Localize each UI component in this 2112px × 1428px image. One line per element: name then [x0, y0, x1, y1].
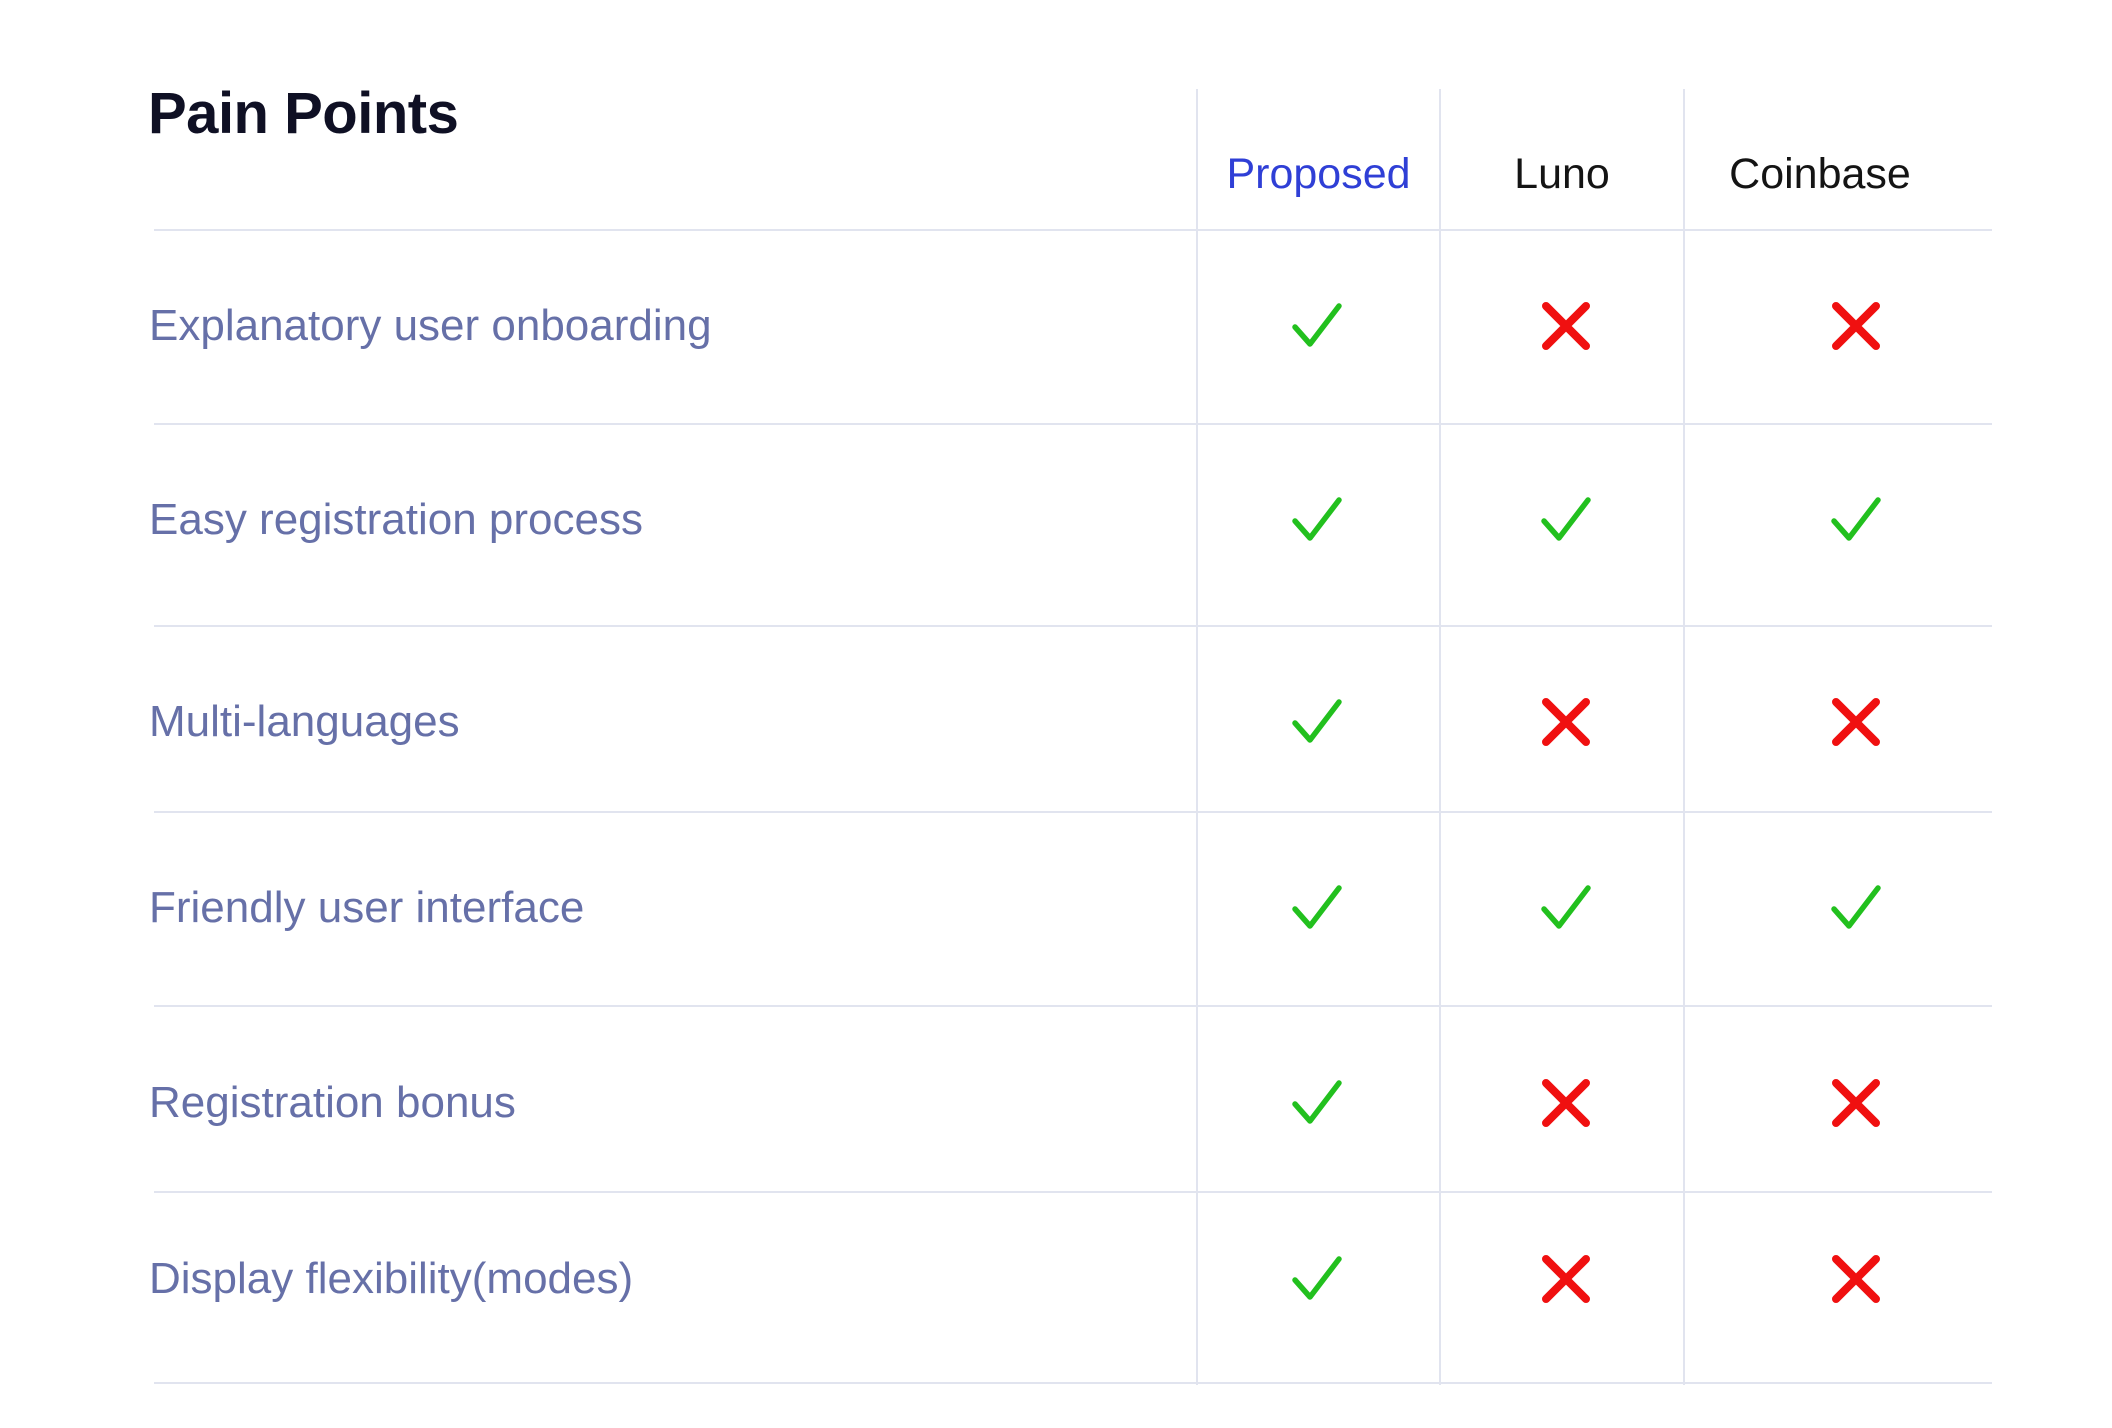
row-divider: [154, 1191, 1992, 1193]
cross-icon: [1536, 1073, 1596, 1133]
cross-icon: [1826, 692, 1886, 752]
row-label-multi-languages: Multi-languages: [149, 697, 460, 746]
check-icon: [1287, 296, 1347, 356]
column-header-luno: Luno: [1514, 150, 1610, 198]
column-divider: [1196, 89, 1198, 1385]
check-icon: [1536, 878, 1596, 938]
row-label-display-flexibility: Display flexibility(modes): [149, 1254, 634, 1303]
row-label-friendly-interface: Friendly user interface: [149, 883, 585, 932]
row-divider: [154, 1005, 1992, 1007]
row-divider: [154, 811, 1992, 813]
check-icon: [1287, 692, 1347, 752]
cross-icon: [1536, 296, 1596, 356]
check-icon: [1287, 490, 1347, 550]
check-icon: [1536, 490, 1596, 550]
header-divider: [154, 229, 1992, 231]
column-divider: [1683, 89, 1685, 1385]
check-icon: [1287, 878, 1347, 938]
cross-icon: [1536, 692, 1596, 752]
cross-icon: [1826, 296, 1886, 356]
table-title: Pain Points: [148, 81, 459, 146]
column-header-proposed: Proposed: [1226, 150, 1411, 198]
check-icon: [1287, 1249, 1347, 1309]
row-label-registration-bonus: Registration bonus: [149, 1078, 516, 1127]
column-divider: [1439, 89, 1441, 1385]
cross-icon: [1536, 1249, 1596, 1309]
row-label-explanatory-onboarding: Explanatory user onboarding: [149, 301, 712, 350]
cross-icon: [1826, 1073, 1886, 1133]
check-icon: [1826, 878, 1886, 938]
column-header-coinbase: Coinbase: [1729, 150, 1911, 198]
check-icon: [1826, 490, 1886, 550]
comparison-table: Pain Points Proposed Luno Coinbase Expla…: [0, 0, 2112, 1428]
row-divider: [154, 625, 1992, 627]
row-label-easy-registration: Easy registration process: [149, 495, 643, 544]
table-bottom-border: [154, 1382, 1992, 1384]
cross-icon: [1826, 1249, 1886, 1309]
check-icon: [1287, 1073, 1347, 1133]
row-divider: [154, 423, 1992, 425]
